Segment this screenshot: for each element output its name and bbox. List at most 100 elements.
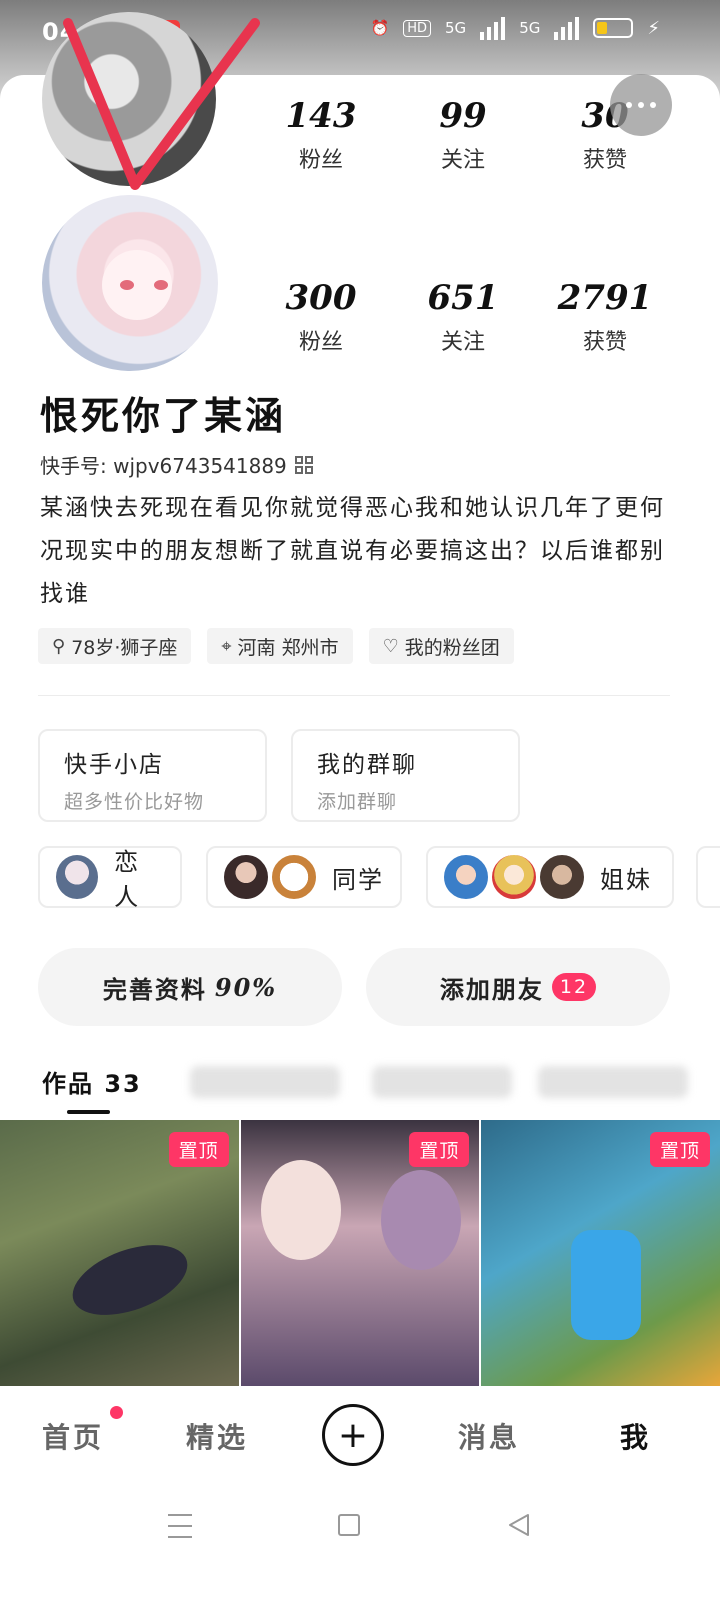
video-tile[interactable]: 置顶 — [0, 1120, 239, 1386]
gender-icon: ⚲ — [52, 635, 66, 657]
avatar — [54, 853, 101, 901]
avatar — [442, 853, 490, 901]
nav-messages[interactable]: 消息 — [458, 1416, 520, 1456]
complete-profile-button[interactable]: 完善资料 90% — [38, 948, 342, 1026]
create-post-button[interactable]: + — [322, 1404, 384, 1466]
card-group-chat[interactable]: 我的群聊 添加群聊 — [291, 729, 520, 822]
stat-followers[interactable]: 143 粉丝 — [250, 96, 392, 174]
menu-icon[interactable] — [168, 1514, 192, 1538]
stat-following[interactable]: 651 关注 — [392, 278, 534, 356]
tag-location[interactable]: ⌖ 河南 郑州市 — [207, 628, 353, 664]
card-kuaishou-shop[interactable]: 快手小店 超多性价比好物 — [38, 729, 267, 822]
stat-label: 获赞 — [582, 148, 627, 173]
group-more[interactable] — [696, 846, 720, 908]
alarm-icon: ⏰ — [370, 19, 390, 37]
tag-age-zodiac[interactable]: ⚲ 78岁·狮子座 — [38, 628, 192, 664]
add-friend-button[interactable]: 添加朋友 12 — [366, 948, 670, 1026]
status-right: ⏰ HD 5G 5G ⚡ — [371, 16, 660, 40]
stat-number: 651 — [427, 278, 499, 318]
avatar[interactable] — [42, 195, 218, 371]
nav-featured[interactable]: 精选 — [186, 1416, 248, 1456]
tab-works[interactable]: 作品 33 — [42, 1064, 142, 1099]
stat-label: 粉丝 — [298, 148, 343, 173]
add-friend-count-badge: 12 — [551, 973, 597, 1001]
dot-icon — [626, 102, 632, 108]
stat-label: 获赞 — [582, 330, 627, 355]
qr-code-icon[interactable] — [294, 455, 313, 474]
stat-label: 粉丝 — [298, 330, 343, 355]
character-face — [380, 1170, 461, 1270]
signal-5g-label-2: 5G — [519, 19, 541, 37]
profile-bio: 某涵快去死现在看见你就觉得恶心我和她认识几年了更何况现实中的朋友想断了就直说有必… — [40, 495, 665, 607]
pinned-badge: 置顶 — [168, 1132, 229, 1167]
dot-icon — [650, 102, 656, 108]
profile-name: 恨死你了某涵 — [40, 393, 287, 438]
complete-profile-label: 完善资料 — [102, 975, 207, 1004]
add-friend-label: 添加朋友 — [439, 975, 544, 1004]
stat-label: 关注 — [440, 330, 485, 355]
avatar-eye — [154, 280, 168, 290]
bottom-nav: 首页 精选 + 消息 我 — [0, 1386, 720, 1484]
system-nav-bar — [0, 1484, 720, 1600]
home-icon[interactable] — [338, 1514, 360, 1536]
tag-fan-club[interactable]: ♡ 我的粉丝团 — [368, 628, 514, 664]
card-subtitle: 超多性价比好物 — [64, 791, 205, 813]
game-figure — [63, 1231, 197, 1329]
group-label: 恋人 — [114, 848, 141, 911]
character-face — [260, 1160, 341, 1260]
stats-row: 300 粉丝 651 关注 2791 获赞 — [250, 278, 690, 356]
tab-blurred[interactable] — [538, 1066, 688, 1098]
more-options-button[interactable] — [610, 74, 672, 136]
stat-followers[interactable]: 300 粉丝 — [250, 278, 392, 356]
group-label: 同学 — [332, 865, 384, 894]
tab-blurred[interactable] — [190, 1066, 340, 1098]
video-tile[interactable]: 置顶 — [481, 1120, 720, 1386]
stat-number: 300 — [285, 278, 357, 318]
complete-profile-percent: 90% — [214, 972, 278, 1002]
avatar — [222, 853, 270, 901]
kuaishou-id-row[interactable]: 快手号: wjpv6743541889 — [40, 450, 313, 479]
tag-label: 78岁·狮子座 — [71, 636, 178, 659]
pinned-badge: 置顶 — [650, 1132, 711, 1167]
red-check-mark-icon — [63, 18, 260, 190]
profile-tags: ⚲ 78岁·狮子座 ⌖ 河南 郑州市 ♡ 我的粉丝团 — [38, 628, 514, 664]
tab-blurred[interactable] — [372, 1066, 512, 1098]
avatar-eye — [120, 280, 134, 290]
battery-icon — [593, 18, 634, 38]
kuaishou-id: 快手号: wjpv6743541889 — [40, 454, 287, 478]
game-figure — [571, 1230, 642, 1340]
group-classmates[interactable]: 同学 — [206, 846, 402, 908]
card-subtitle: 添加群聊 — [317, 791, 398, 813]
group-sisters[interactable]: 姐妹 — [426, 846, 674, 908]
stat-following[interactable]: 99 关注 — [392, 96, 534, 174]
pinned-badge: 置顶 — [409, 1132, 470, 1167]
stat-likes[interactable]: 2791 获赞 — [534, 278, 676, 356]
stat-number: 143 — [285, 96, 357, 136]
hd-badge: HD — [403, 19, 432, 37]
card-title: 快手小店 — [64, 752, 164, 778]
nav-me[interactable]: 我 — [620, 1416, 651, 1456]
content-tabs: 作品 33 — [0, 1050, 720, 1120]
signal-5g-label-1: 5G — [445, 19, 467, 37]
back-icon[interactable] — [506, 1512, 532, 1538]
video-tile[interactable]: 置顶 — [240, 1120, 480, 1386]
feature-cards: 快手小店 超多性价比好物 我的群聊 添加群聊 — [38, 729, 520, 822]
nav-home[interactable]: 首页 — [42, 1416, 104, 1456]
relationship-groups: 恋人 同学 姐妹 — [38, 846, 674, 911]
avatar — [538, 853, 586, 901]
avatar — [490, 853, 538, 901]
tab-underline — [67, 1110, 110, 1114]
tag-label: 我的粉丝团 — [404, 636, 500, 659]
charging-icon: ⚡ — [647, 17, 660, 39]
plus-icon: + — [337, 1414, 369, 1456]
works-grid: 置顶 置顶 置顶 — [0, 1120, 720, 1386]
group-label: 姐妹 — [600, 865, 652, 894]
stat-label: 关注 — [440, 148, 485, 173]
notification-dot — [110, 1406, 123, 1419]
profile-actions: 完善资料 90% 添加朋友 12 — [38, 948, 670, 1026]
group-lovers[interactable]: 恋人 — [38, 846, 182, 911]
heart-icon: ♡ — [382, 635, 399, 657]
signal-icon-1 — [480, 16, 506, 40]
tag-label: 河南 郑州市 — [237, 636, 339, 659]
dot-icon — [638, 102, 644, 108]
